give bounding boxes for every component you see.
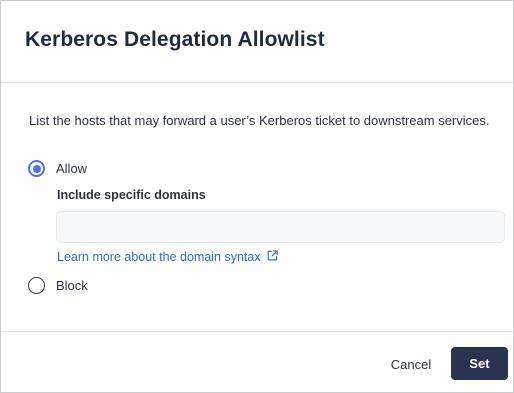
dialog-footer: Cancel Set	[1, 331, 513, 393]
cancel-button[interactable]: Cancel	[379, 348, 443, 380]
external-link-icon	[267, 249, 278, 260]
domains-field-label: Include specific domains	[57, 188, 206, 202]
dialog-title: Kerberos Delegation Allowlist	[25, 28, 325, 51]
dialog-description: List the hosts that may forward a user’s…	[29, 113, 490, 128]
kerberos-delegation-dialog: Kerberos Delegation Allowlist List the h…	[0, 0, 514, 393]
block-label: Block	[56, 278, 88, 293]
domain-syntax-link-label: Learn more about the domain syntax	[57, 250, 261, 264]
domains-input[interactable]	[56, 211, 505, 243]
block-radio[interactable]	[28, 277, 45, 294]
set-button[interactable]: Set	[451, 347, 508, 380]
dialog-header: Kerberos Delegation Allowlist	[1, 1, 513, 83]
allow-label: Allow	[56, 161, 88, 176]
allow-option[interactable]: Allow	[28, 160, 87, 177]
domain-syntax-link[interactable]: Learn more about the domain syntax	[57, 249, 278, 264]
allow-radio[interactable]	[28, 160, 45, 177]
block-option[interactable]: Block	[28, 277, 88, 294]
